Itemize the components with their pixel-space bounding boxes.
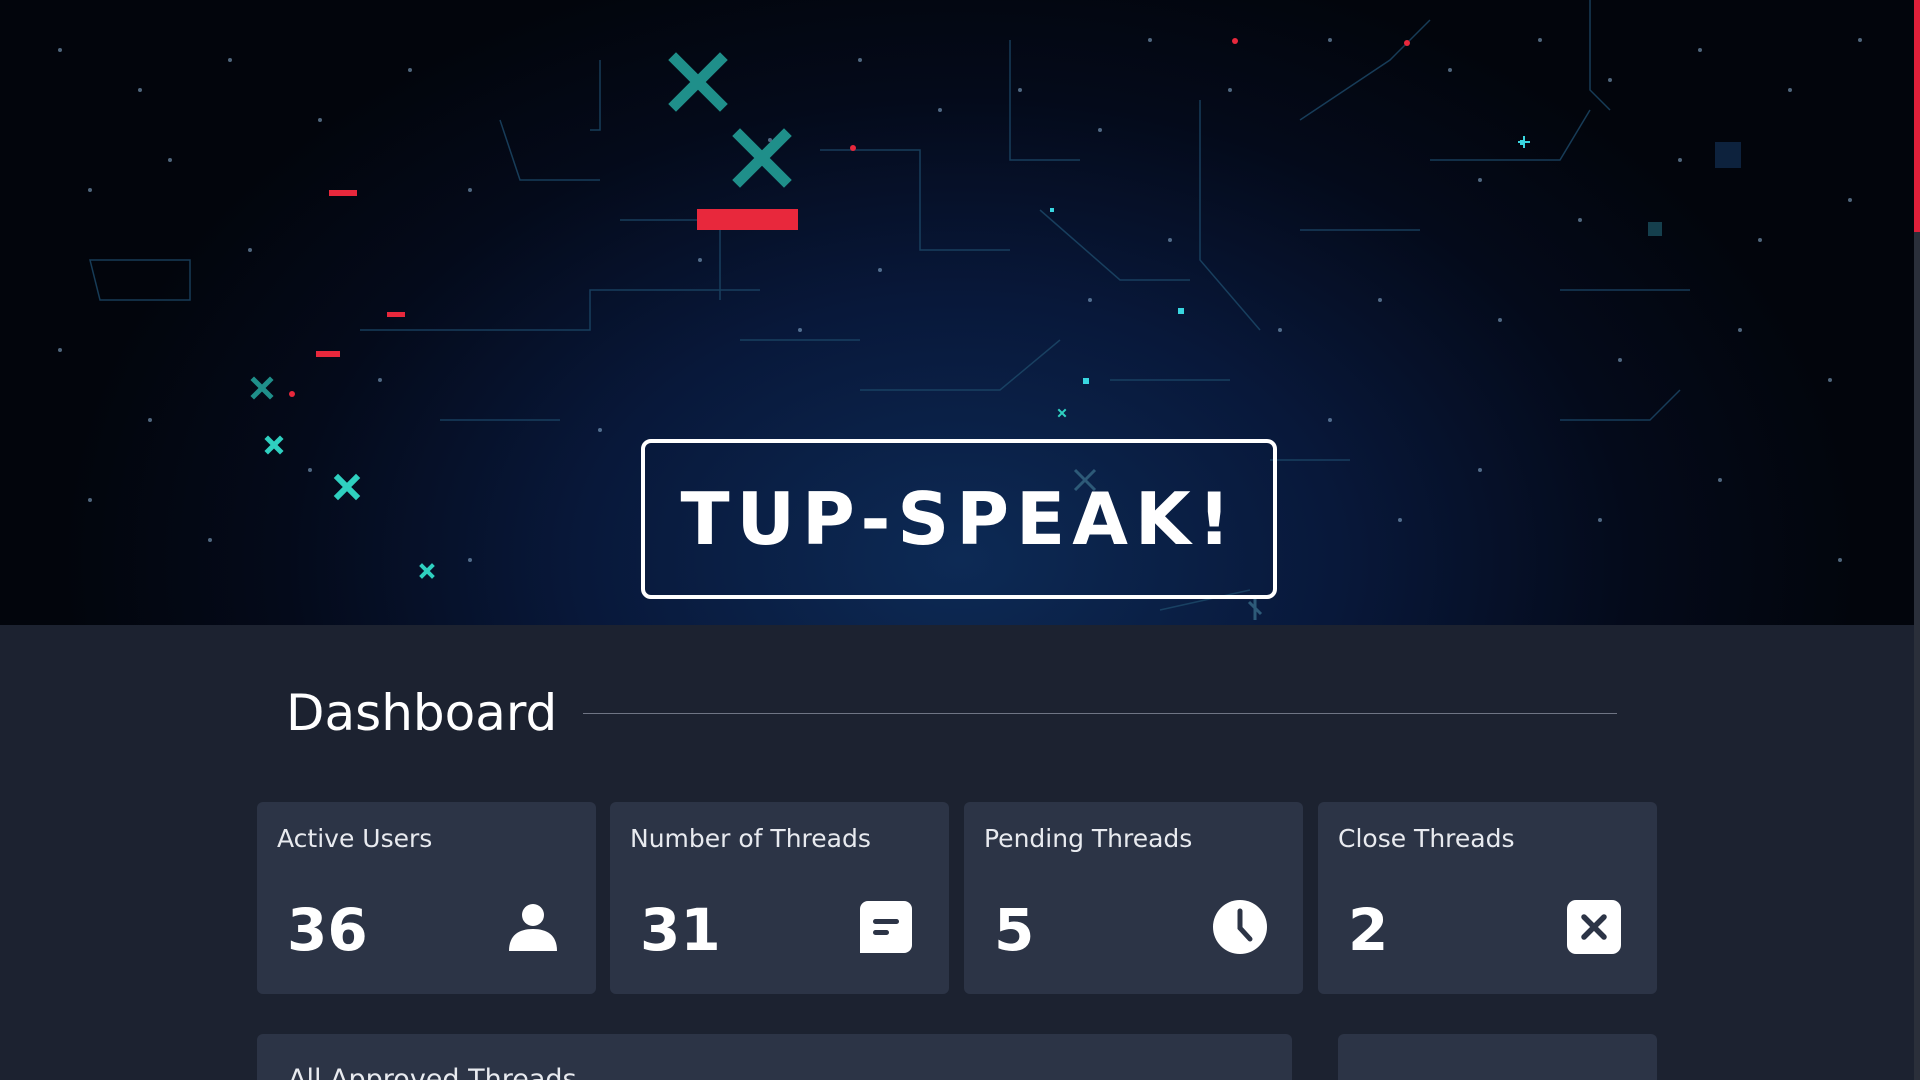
brand-logo-frame: TUP-SPEAK! bbox=[641, 439, 1277, 599]
clock-icon bbox=[1212, 899, 1268, 955]
stat-card-close-threads: Close Threads 2 bbox=[1318, 802, 1657, 994]
stat-card-pending-threads: Pending Threads 5 bbox=[964, 802, 1303, 994]
close-square-icon bbox=[1566, 899, 1622, 955]
brand-logo-text: TUP-SPEAK! bbox=[680, 477, 1238, 561]
stats-row: Active Users 36 Number of Threads 31 Pen… bbox=[257, 802, 1657, 994]
stat-value: 31 bbox=[640, 896, 721, 964]
stat-label: Number of Threads bbox=[630, 824, 871, 853]
stat-label: Active Users bbox=[277, 824, 433, 853]
panel-title: All Approved Threads bbox=[288, 1064, 577, 1080]
approved-threads-panel: All Approved Threads bbox=[257, 1034, 1292, 1080]
stat-card-active-users: Active Users 36 bbox=[257, 802, 596, 994]
page-title: Dashboard bbox=[286, 684, 558, 742]
stat-value: 5 bbox=[994, 896, 1035, 964]
dashboard-header: Dashboard bbox=[286, 676, 1626, 750]
message-icon bbox=[858, 899, 914, 955]
stat-label: Pending Threads bbox=[984, 824, 1193, 853]
side-panel bbox=[1338, 1034, 1657, 1080]
user-icon bbox=[505, 899, 561, 955]
scrollbar-thumb[interactable] bbox=[1914, 0, 1920, 232]
hero-banner: TUP-SPEAK! bbox=[0, 0, 1914, 625]
title-divider bbox=[583, 712, 1618, 714]
stat-value: 2 bbox=[1348, 896, 1389, 964]
stat-card-number-of-threads: Number of Threads 31 bbox=[610, 802, 949, 994]
page: TUP-SPEAK! Dashboard Active Users 36 Num… bbox=[0, 0, 1920, 1080]
stat-label: Close Threads bbox=[1338, 824, 1515, 853]
page-scrollbar[interactable] bbox=[1914, 0, 1920, 1080]
stat-value: 36 bbox=[287, 896, 368, 964]
